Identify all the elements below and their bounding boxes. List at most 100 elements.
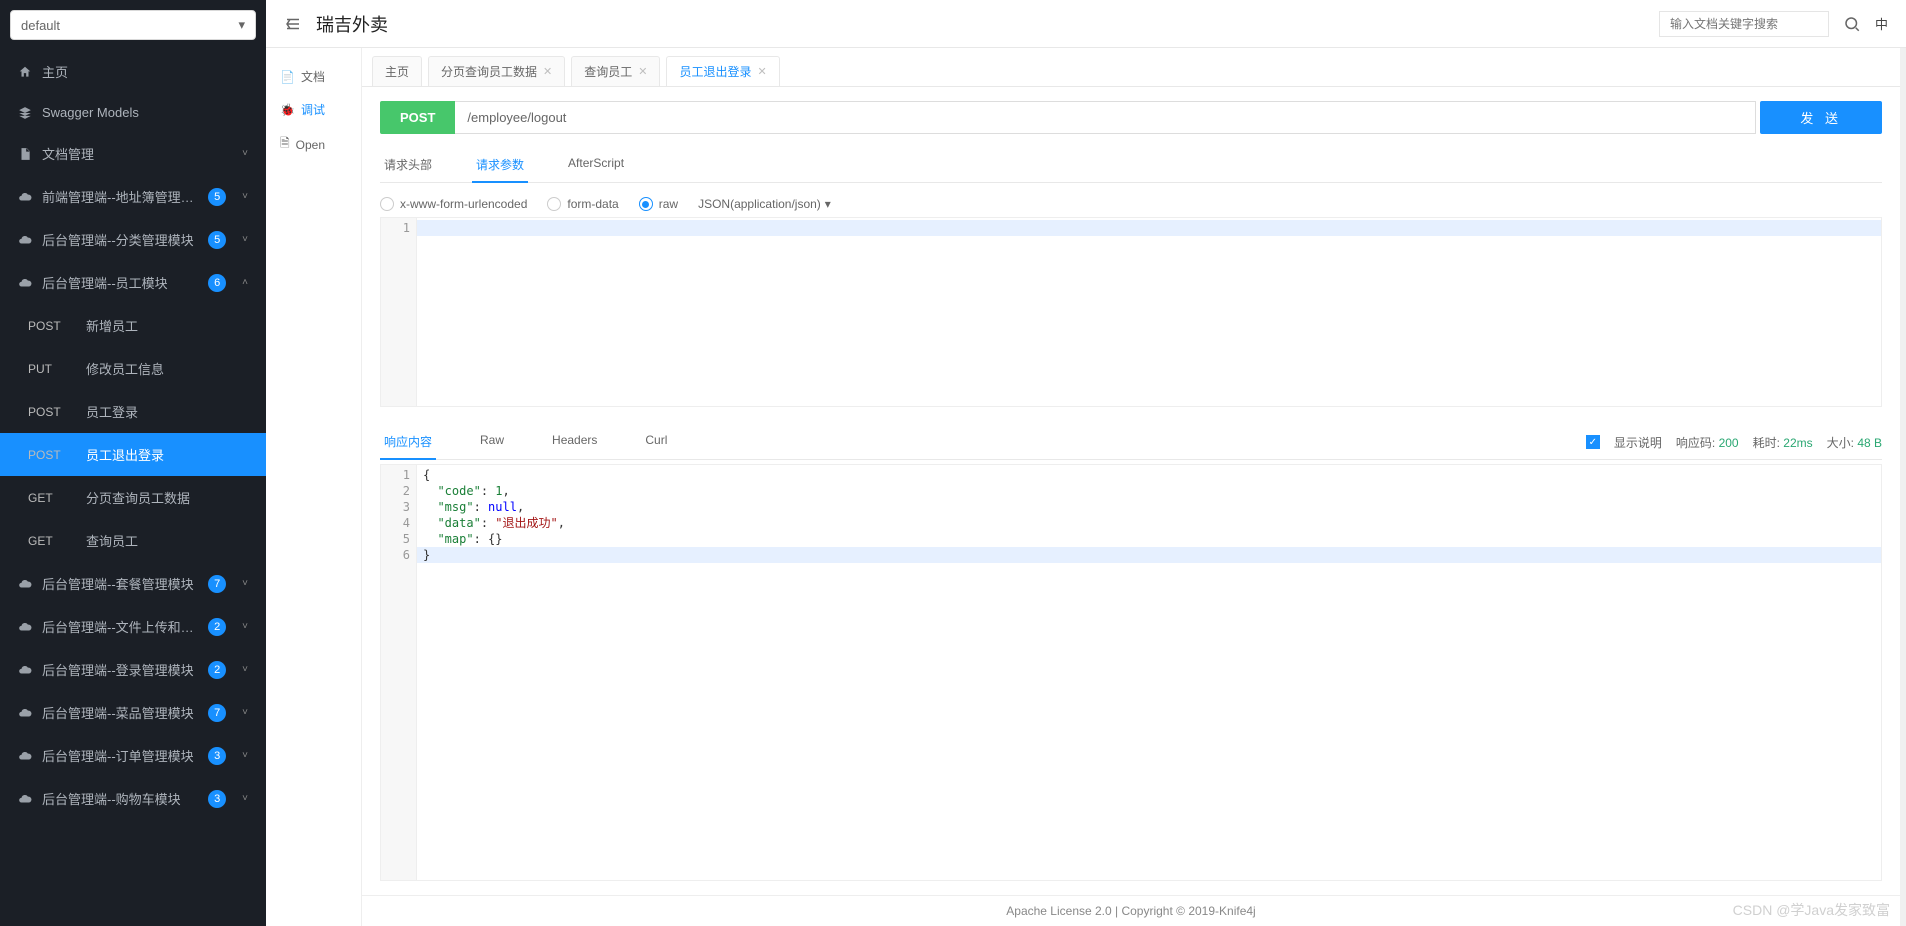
sidebar-item[interactable]: 后台管理端--套餐管理模块 7 ˅	[0, 562, 266, 605]
sidebar-item-label: 后台管理端--套餐管理模块	[42, 574, 198, 593]
code-area[interactable]	[417, 218, 1881, 406]
response-meta: ✓ 显示说明 响应码: 200 耗时: 22ms 大小: 48 B	[1586, 434, 1882, 451]
tab-req-params[interactable]: 请求参数	[472, 148, 528, 183]
sidebar-item-label: 后台管理端--购物车模块	[42, 789, 198, 808]
sidebar-api-item[interactable]: PUT修改员工信息	[0, 347, 266, 390]
subnav: 📄 文档 🐞 调试 🗎 Open	[266, 48, 362, 926]
cloud-icon	[18, 706, 32, 720]
cloud-icon	[18, 792, 32, 806]
sidebar-item[interactable]: 后台管理端--文件上传和下载模块2˅	[0, 605, 266, 648]
sidebar-api-item[interactable]: POST员工退出登录	[0, 433, 266, 476]
content-type-select[interactable]: JSON(application/json) ▾	[698, 197, 831, 211]
subnav-open[interactable]: 🗎 Open	[266, 126, 361, 163]
home-icon	[18, 65, 32, 79]
count-badge: 2	[208, 618, 226, 636]
method-label: POST	[28, 405, 76, 419]
chevron-down-icon: ▾	[238, 17, 245, 33]
sidebar-item-label: 文档管理	[42, 144, 226, 163]
sidebar-item[interactable]: 后台管理端--登录管理模块2˅	[0, 648, 266, 691]
search-icon[interactable]	[1843, 15, 1861, 33]
tab[interactable]: 查询员工 ✕	[571, 56, 660, 86]
close-icon[interactable]: ✕	[638, 65, 647, 78]
tab[interactable]: 分页查询员工数据✕	[428, 56, 565, 86]
chevron-down-icon: ˅	[242, 148, 248, 159]
response-body-editor[interactable]: 123456 { "code": 1, "msg": null, "data":…	[380, 464, 1882, 881]
sidebar-item-label: 主页	[42, 62, 248, 81]
project-select[interactable]: default ▾	[10, 10, 256, 40]
sidebar-item-label: 分页查询员工数据	[86, 488, 248, 507]
code-area: { "code": 1, "msg": null, "data": "退出成功"…	[417, 465, 1881, 880]
sidebar-item[interactable]: 后台管理端--订单管理模块3˅	[0, 734, 266, 777]
tab-afterscript[interactable]: AfterScript	[564, 148, 628, 182]
count-badge: 3	[208, 790, 226, 808]
main: 瑞吉外卖 中 📄 文档 🐞 调试 🗎 Open	[266, 0, 1906, 926]
tabs: 主页 分页查询员工数据✕ 查询员工 ✕ 员工退出登录 ✕	[362, 48, 1900, 87]
sidebar-api-item[interactable]: POST 新增员工	[0, 304, 266, 347]
subnav-doc[interactable]: 📄 文档	[266, 60, 361, 93]
search-input[interactable]	[1659, 11, 1829, 37]
resp-tab-raw[interactable]: Raw	[476, 425, 508, 459]
request-line: POST /employee/logout 发 送	[380, 101, 1882, 134]
url-input[interactable]: /employee/logout	[455, 101, 1756, 134]
sidebar-item-label: 查询员工	[86, 531, 248, 550]
sidebar-item[interactable]: 主页	[0, 50, 266, 93]
tab-req-headers[interactable]: 请求头部	[380, 148, 436, 182]
resp-tab-body[interactable]: 响应内容	[380, 425, 436, 460]
close-icon[interactable]: ✕	[758, 65, 767, 78]
sidebar-item[interactable]: 前端管理端--地址簿管理模块5˅	[0, 175, 266, 218]
sidebar-item-label: 后台管理端--菜品管理模块	[42, 703, 198, 722]
count-badge: 3	[208, 747, 226, 765]
sidebar-item[interactable]: Swagger Models	[0, 93, 266, 132]
sidebar-item-label: 员工退出登录	[86, 445, 248, 464]
sidebar-api-item[interactable]: POST 员工登录	[0, 390, 266, 433]
count-badge: 5	[208, 231, 226, 249]
sidebar-item-label: 后台管理端--分类管理模块	[42, 230, 198, 249]
sidebar-item[interactable]: 后台管理端--菜品管理模块7˅	[0, 691, 266, 734]
tab-label: 查询员工	[584, 63, 632, 80]
tab-label: 员工退出登录	[679, 63, 751, 80]
open-icon: 🗎	[280, 134, 290, 155]
count-badge: 6	[208, 274, 226, 292]
sidebar-item[interactable]: 后台管理端--员工模块6˄	[0, 261, 266, 304]
method-label: GET	[28, 491, 76, 505]
language-toggle[interactable]: 中	[1875, 14, 1888, 33]
sidebar-item-label: 修改员工信息	[86, 359, 248, 378]
send-button[interactable]: 发 送	[1760, 101, 1882, 134]
checkbox-show-desc[interactable]: ✓	[1586, 435, 1600, 449]
method-label: POST	[28, 319, 76, 333]
watermark: CSDN @学Java发家致富	[1733, 900, 1890, 920]
resp-tab-headers[interactable]: Headers	[548, 425, 601, 459]
sidebar-api-item[interactable]: GET 分页查询员工数据	[0, 476, 266, 519]
sidebar-api-item[interactable]: GET查询员工	[0, 519, 266, 562]
count-badge: 7	[208, 704, 226, 722]
sidebar-item[interactable]: 文档管理 ˅	[0, 132, 266, 175]
tab-label: 主页	[385, 63, 409, 80]
scrollbar[interactable]	[1900, 48, 1906, 926]
sidebar-item-label: 新增员工	[86, 316, 248, 335]
sidebar-nav: 主页 Swagger Models 文档管理 ˅ 前端管理端--地址簿管理模块5˅ 后台管…	[0, 50, 266, 926]
resp-tab-curl[interactable]: Curl	[641, 425, 671, 459]
sidebar-item-label: 后台管理端--订单管理模块	[42, 746, 198, 765]
sidebar-item-label: Swagger Models	[42, 105, 248, 120]
sidebar-item-label: 员工登录	[86, 402, 248, 421]
workspace: 主页 分页查询员工数据✕ 查询员工 ✕ 员工退出登录 ✕ POST /employee/l…	[362, 48, 1900, 926]
chevron-down-icon: ˅	[242, 578, 248, 589]
tab[interactable]: 员工退出登录 ✕	[666, 56, 779, 86]
radio-formdata[interactable]: form-data	[547, 197, 618, 211]
doc-icon	[18, 147, 32, 161]
count-badge: 7	[208, 575, 226, 593]
radio-raw[interactable]: raw	[639, 197, 678, 211]
radio-urlencoded[interactable]: x-www-form-urlencoded	[380, 197, 527, 211]
sidebar-item[interactable]: 后台管理端--分类管理模块5˅	[0, 218, 266, 261]
cloud-icon	[18, 233, 32, 247]
sidebar-item-label: 后台管理端--员工模块	[42, 273, 198, 292]
sidebar-item-label: 后台管理端--文件上传和下载模块	[42, 617, 198, 636]
sidebar-item-label: 后台管理端--登录管理模块	[42, 660, 198, 679]
request-body-editor[interactable]: 1	[380, 217, 1882, 407]
close-icon[interactable]: ✕	[543, 65, 552, 78]
subnav-debug[interactable]: 🐞 调试	[266, 93, 361, 126]
response-tabs: 响应内容 Raw Headers Curl ✓ 显示说明 响应码: 200 耗时…	[380, 425, 1882, 460]
sidebar-item[interactable]: 后台管理端--购物车模块3˅	[0, 777, 266, 820]
tab[interactable]: 主页	[372, 56, 422, 86]
menu-collapse-icon[interactable]	[284, 15, 302, 33]
